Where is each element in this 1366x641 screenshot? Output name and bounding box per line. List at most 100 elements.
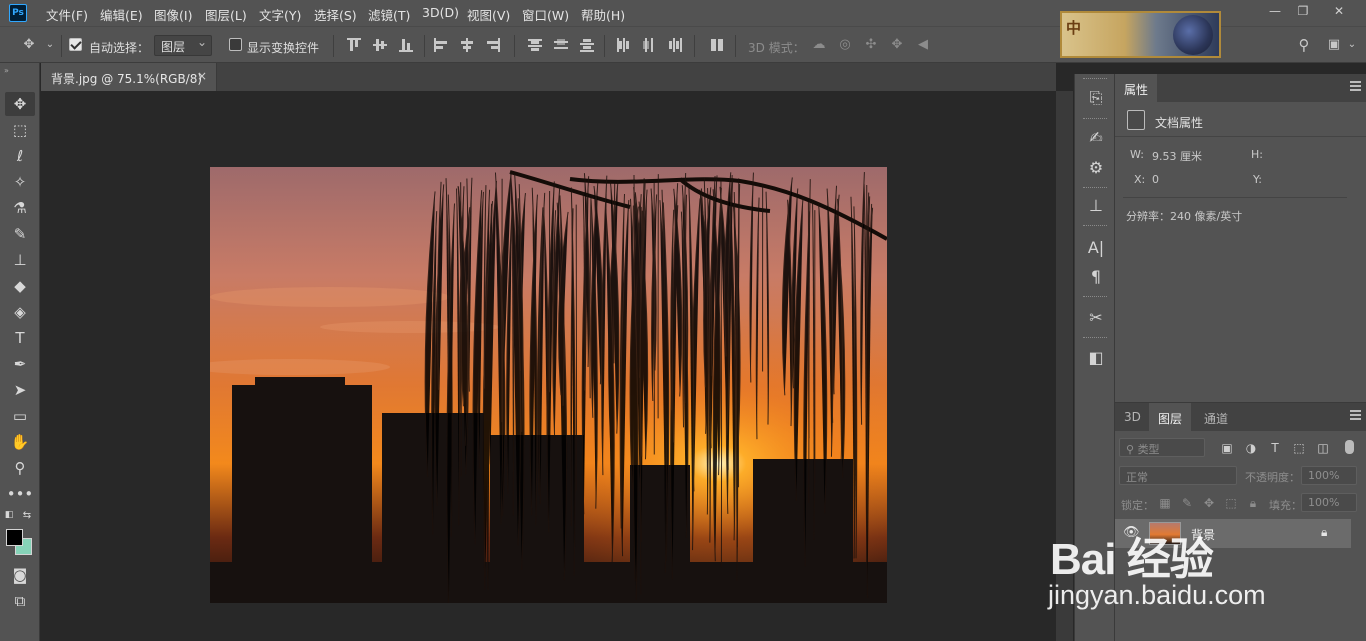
clone-source-icon[interactable]: ⊥: [1085, 195, 1107, 217]
panel-menu-icon[interactable]: [1350, 410, 1361, 420]
distribute-bottom-icon[interactable]: [580, 38, 594, 52]
auto-select-target-dropdown[interactable]: 图层: [154, 35, 212, 56]
tab-properties[interactable]: 属性: [1115, 74, 1158, 102]
eyedropper-tool-icon[interactable]: ⚗: [5, 196, 35, 220]
menu-edit[interactable]: 编辑(E): [100, 5, 143, 24]
tab-channels[interactable]: 通道: [1195, 403, 1237, 431]
adjustments-icon[interactable]: ⚙: [1085, 157, 1107, 179]
lock-pixels-icon[interactable]: ✎: [1179, 495, 1195, 511]
smart-object-filter-icon[interactable]: ◫: [1315, 440, 1331, 456]
menu-filter[interactable]: 滤镜(T): [368, 5, 410, 24]
restore-button[interactable]: ❐: [1289, 1, 1317, 21]
brush-tool-icon[interactable]: ✎: [5, 222, 35, 246]
align-right-icon[interactable]: [486, 38, 500, 52]
properties-panel: 属性 文档属性 W: 9.53 厘米 H: X: 0 Y: 分辨率：240 像素…: [1114, 74, 1366, 402]
align-top-icon[interactable]: [347, 38, 361, 52]
roll-3d-icon[interactable]: ◎: [836, 37, 854, 53]
align-vertical-center-icon[interactable]: [373, 38, 387, 52]
workspace-icon[interactable]: ▣: [1325, 37, 1343, 53]
shape-filter-icon[interactable]: ⬚: [1291, 440, 1307, 456]
distribute-left-icon[interactable]: [616, 38, 630, 52]
stamp-tool-icon[interactable]: ⊥: [5, 248, 35, 272]
menu-file[interactable]: 文件(F): [46, 5, 88, 24]
lock-artboard-icon[interactable]: ⬚: [1223, 495, 1239, 511]
search-icon[interactable]: ⚲: [1295, 37, 1313, 53]
marquee-tool-icon[interactable]: ⬚: [5, 118, 35, 142]
lock-position-icon[interactable]: ✥: [1201, 495, 1217, 511]
orbit-3d-icon[interactable]: ☁: [810, 37, 828, 53]
x-value[interactable]: 0: [1152, 173, 1159, 186]
more-tools-icon[interactable]: •••: [5, 482, 35, 506]
hand-tool-icon[interactable]: ✋: [5, 430, 35, 454]
filter-toggle[interactable]: [1345, 440, 1354, 454]
character-icon[interactable]: A|: [1085, 237, 1107, 259]
lock-transparent-icon[interactable]: ▦: [1157, 495, 1173, 511]
history-icon[interactable]: ⎘: [1085, 87, 1107, 109]
blend-mode-dropdown[interactable]: 正常: [1119, 466, 1237, 485]
align-left-icon[interactable]: [434, 38, 448, 52]
zoom-tool-icon[interactable]: ⚲: [5, 456, 35, 480]
rectangle-tool-icon[interactable]: ▭: [5, 404, 35, 428]
opacity-field[interactable]: 100%: [1301, 466, 1357, 485]
menu-3d[interactable]: 3D(D): [422, 5, 459, 20]
canvas-area[interactable]: [41, 91, 1056, 641]
minimize-button[interactable]: —: [1261, 1, 1289, 21]
align-horizontal-center-icon[interactable]: [460, 38, 474, 52]
screen-mode-icon[interactable]: ⧉: [5, 589, 35, 613]
quick-mask-icon[interactable]: ◙: [5, 563, 35, 587]
show-transform-checkbox[interactable]: [229, 38, 242, 51]
tool-presets-icon[interactable]: ✂: [1085, 307, 1107, 329]
lock-all-icon[interactable]: 🔒︎: [1245, 495, 1261, 511]
distribute-right-icon[interactable]: [668, 38, 682, 52]
document-tab[interactable]: 背景.jpg @ 75.1%(RGB/8) ×: [41, 63, 217, 91]
scale-3d-icon[interactable]: ◀: [914, 37, 932, 53]
brush-settings-icon[interactable]: ✍: [1085, 127, 1107, 149]
paint-bucket-tool-icon[interactable]: ◈: [5, 300, 35, 324]
pan-3d-icon[interactable]: ✣: [862, 37, 880, 53]
auto-align-layers-icon[interactable]: [710, 38, 724, 52]
close-button[interactable]: ✕: [1325, 1, 1353, 21]
slide-3d-icon[interactable]: ✥: [888, 37, 906, 53]
menu-view[interactable]: 视图(V): [467, 5, 510, 24]
width-value[interactable]: 9.53 厘米: [1152, 148, 1202, 164]
fill-field[interactable]: 100%: [1301, 493, 1357, 512]
type-filter-icon[interactable]: T: [1267, 440, 1283, 456]
chevron-down-icon[interactable]: ⌄: [1343, 37, 1361, 53]
collapse-grip-icon[interactable]: »: [4, 66, 9, 75]
menu-window[interactable]: 窗口(W): [522, 5, 569, 24]
tab-3d[interactable]: 3D: [1115, 403, 1150, 431]
divider: [735, 35, 736, 57]
menu-help[interactable]: 帮助(H): [581, 5, 625, 24]
menu-type[interactable]: 文字(Y): [259, 5, 301, 24]
close-icon[interactable]: ×: [197, 69, 207, 83]
mode-3d-label: 3D 模式：: [748, 41, 805, 55]
type-tool-icon[interactable]: T: [5, 326, 35, 350]
magic-wand-tool-icon[interactable]: ✧: [5, 170, 35, 194]
menu-layer[interactable]: 图层(L): [205, 5, 247, 24]
eraser-tool-icon[interactable]: ◆: [5, 274, 35, 298]
move-tool-icon[interactable]: ✥: [5, 92, 35, 116]
menu-image[interactable]: 图像(I): [154, 5, 192, 24]
swatch-panel-icon[interactable]: ◧: [1085, 347, 1107, 369]
lasso-tool-icon[interactable]: ℓ: [5, 144, 35, 168]
move-tool-preset-icon[interactable]: ✥: [20, 37, 38, 53]
pen-tool-icon[interactable]: ✒: [5, 352, 35, 376]
image-filter-icon[interactable]: ▣: [1219, 440, 1235, 456]
distribute-horizontal-center-icon[interactable]: [642, 38, 656, 52]
path-selection-tool-icon[interactable]: ➤: [5, 378, 35, 402]
document-image[interactable]: [210, 167, 887, 603]
paragraph-icon[interactable]: ¶: [1085, 266, 1107, 288]
chevron-down-icon[interactable]: ⌄: [41, 37, 59, 53]
swap-colors-icon[interactable]: ⇆: [20, 509, 34, 521]
menu-select[interactable]: 选择(S): [314, 5, 357, 24]
panel-menu-icon[interactable]: [1350, 81, 1361, 91]
adjustment-filter-icon[interactable]: ◑: [1243, 440, 1259, 456]
default-colors-icon[interactable]: ◧: [2, 509, 16, 521]
layer-filter-dropdown[interactable]: ⚲ 类型: [1119, 438, 1205, 457]
distribute-vertical-center-icon[interactable]: [554, 38, 568, 52]
foreground-color-swatch[interactable]: [6, 529, 23, 546]
distribute-top-icon[interactable]: [528, 38, 542, 52]
auto-select-checkbox[interactable]: [69, 38, 82, 51]
align-bottom-icon[interactable]: [399, 38, 413, 52]
tab-layers[interactable]: 图层: [1149, 403, 1192, 431]
